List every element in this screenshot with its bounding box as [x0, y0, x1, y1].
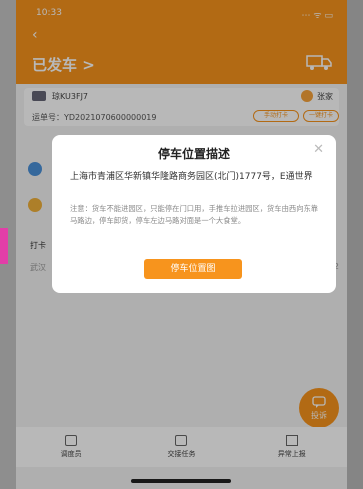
side-marker	[0, 228, 8, 264]
parking-description-dialog: 停车位置描述 ✕ 上海市青浦区华新镇华隆路商务园区(北门)1777号，E通世界 …	[52, 135, 336, 293]
parking-address: 上海市青浦区华新镇华隆路商务园区(北门)1777号，E通世界	[70, 172, 313, 182]
parking-map-button[interactable]: 停车位置图	[144, 259, 242, 279]
parking-note: 注意：货车不能进园区，只能停在门口用，手推车拉进园区，货车由西向东靠马路边，停车…	[70, 204, 319, 225]
dialog-title: 停车位置描述	[157, 147, 230, 161]
close-icon[interactable]: ✕	[313, 143, 324, 157]
